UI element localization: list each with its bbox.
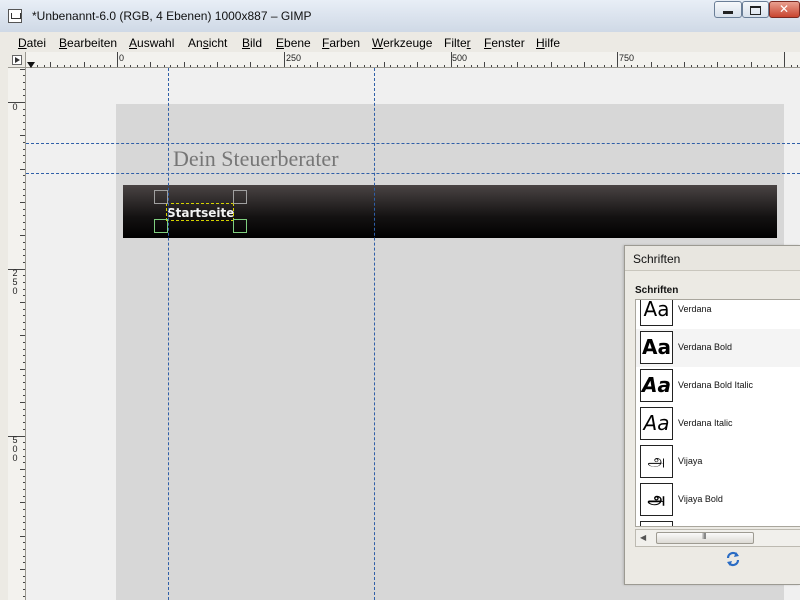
close-button[interactable]	[769, 1, 800, 18]
transform-handle-top-left[interactable]	[154, 190, 168, 204]
font-name: Vijaya	[678, 456, 703, 466]
font-name: Verdana Bold	[678, 342, 733, 352]
guide-vertical-1[interactable]	[168, 68, 169, 600]
menu-werkzeuge[interactable]: Werkzeuge	[372, 36, 432, 50]
guide-horizontal-1[interactable]	[26, 143, 800, 144]
vruler-label-500: 500	[12, 435, 18, 463]
horizontal-ruler[interactable]: 0 250 500 750	[26, 52, 800, 68]
font-preview-partial-icon	[640, 521, 673, 526]
menu-bearbeiten[interactable]: Bearbeiten	[59, 36, 117, 50]
fonts-dialog-title: Schriften	[633, 252, 681, 266]
font-row-verdana-bold[interactable]: Aa Verdana Bold	[636, 329, 800, 367]
horizontal-ruler-ticks	[30, 52, 798, 67]
font-name: Verdana Bold Italic	[678, 380, 754, 390]
menu-filter[interactable]: Filter	[444, 36, 471, 50]
hruler-label-250: 250	[286, 53, 302, 63]
scroll-left-arrow-icon[interactable]: ◀	[640, 533, 646, 542]
menu-ansicht[interactable]: Ansicht	[188, 36, 227, 50]
font-row-vijaya[interactable]: அ Vijaya	[636, 443, 800, 481]
font-preview-bold-icon: Aa	[640, 331, 673, 364]
font-preview-regular-icon: Aa	[640, 300, 673, 326]
left-edge-strip	[0, 52, 8, 600]
menu-farben[interactable]: Farben	[322, 36, 360, 50]
gimp-app-icon[interactable]	[8, 9, 22, 23]
font-name: Vijaya Bold	[678, 494, 723, 504]
title-bar: *Unbenannt-6.0 (RGB, 4 Ebenen) 1000x887 …	[0, 0, 800, 32]
transform-handle-bottom-left[interactable]	[154, 219, 168, 233]
maximize-button[interactable]	[742, 1, 769, 18]
scrollbar-grip: III	[702, 532, 707, 541]
fonts-dialog: Schriften Schriften Aa Verdana Aa Verdan…	[624, 245, 800, 585]
guide-vertical-2[interactable]	[374, 68, 375, 600]
text-selection-box	[166, 203, 234, 221]
minimize-button[interactable]	[714, 1, 742, 18]
fonts-tab-label: Schriften	[635, 285, 679, 296]
menu-bild[interactable]: Bild	[242, 36, 262, 50]
vertical-ruler-ticks	[8, 69, 25, 597]
menu-ebene[interactable]: Ebene	[276, 36, 311, 50]
transform-handle-top-right[interactable]	[233, 190, 247, 204]
font-preview-bold-italic-icon: Aa	[640, 369, 673, 402]
font-row-partial[interactable]	[636, 519, 800, 526]
scrollbar-thumb[interactable]: III	[656, 532, 754, 544]
font-name: Verdana	[678, 304, 712, 314]
guide-horizontal-2[interactable]	[26, 173, 800, 174]
vertical-ruler[interactable]: 0 250 500	[8, 68, 26, 600]
fonts-list-horizontal-scrollbar[interactable]: ◀ III	[635, 529, 800, 547]
vruler-label-250: 250	[12, 268, 18, 296]
font-preview-tamil-icon: அ	[640, 445, 673, 478]
menu-datei[interactable]: Datei	[18, 36, 46, 50]
refresh-fonts-icon[interactable]	[725, 551, 741, 567]
font-preview-tamil-bold-icon: அ	[640, 483, 673, 516]
image-menu-arrow-icon[interactable]	[12, 55, 22, 65]
window-title: *Unbenannt-6.0 (RGB, 4 Ebenen) 1000x887 …	[32, 9, 312, 23]
font-row-vijaya-bold[interactable]: அ Vijaya Bold	[636, 481, 800, 519]
font-row-verdana[interactable]: Aa Verdana	[636, 300, 800, 329]
menu-hilfe[interactable]: Hilfe	[536, 36, 560, 50]
site-title-text-layer[interactable]: Dein Steuerberater	[173, 146, 339, 172]
hruler-label-500: 500	[452, 53, 468, 63]
menu-auswahl[interactable]: Auswahl	[129, 36, 174, 50]
fonts-list[interactable]: Aa Verdana Aa Verdana Bold Aa Verdana Bo…	[635, 299, 800, 527]
menu-fenster[interactable]: Fenster	[484, 36, 525, 50]
hruler-label-750: 750	[619, 53, 635, 63]
menu-bar: Datei Bearbeiten Auswahl Ansicht Bild Eb…	[0, 32, 800, 53]
font-row-verdana-italic[interactable]: Aa Verdana Italic	[636, 405, 800, 443]
vruler-label-0: 0	[12, 102, 18, 112]
font-name: Verdana Italic	[678, 418, 733, 428]
fonts-dialog-titlebar[interactable]: Schriften	[625, 246, 800, 271]
transform-handle-bottom-right[interactable]	[233, 219, 247, 233]
font-row-verdana-bold-italic[interactable]: Aa Verdana Bold Italic	[636, 367, 800, 405]
font-preview-italic-icon: Aa	[640, 407, 673, 440]
hruler-label-0: 0	[119, 53, 125, 63]
